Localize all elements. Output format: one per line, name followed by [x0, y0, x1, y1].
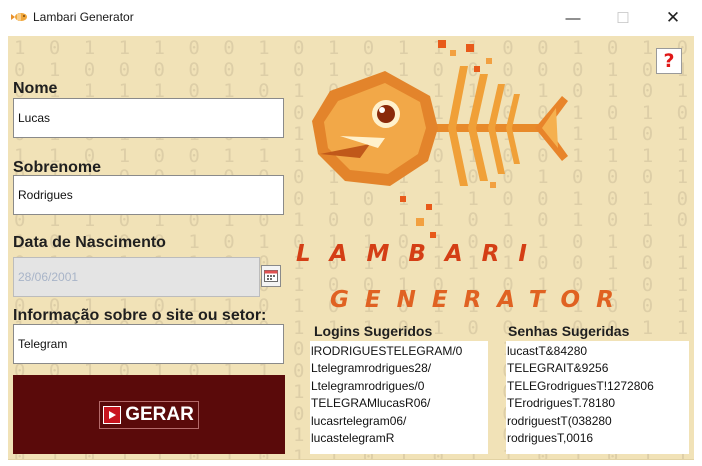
sobrenome-input[interactable]: Rodrigues — [13, 175, 284, 215]
senha-item[interactable]: TErodriguesT.78180 — [507, 395, 688, 412]
gerar-panel: GERAR — [13, 375, 285, 454]
nome-input[interactable]: Lucas — [13, 98, 284, 138]
main-panel: 1 0 1 1 1 0 0 1 0 1 0 1 1 1 0 0 1 0 1 0 … — [8, 36, 694, 460]
senhas-title: Senhas Sugeridas — [508, 323, 630, 339]
info-site-input[interactable]: Telegram — [13, 324, 284, 364]
help-button[interactable]: ? — [656, 48, 682, 74]
minimize-button[interactable]: — — [550, 0, 596, 36]
data-nascimento-label: Data de Nascimento — [13, 234, 166, 251]
title-bar: Lambari Generator — ☐ ✕ — [0, 0, 702, 36]
info-site-label: Informação sobre o site ou setor: — [13, 307, 267, 324]
login-item[interactable]: TELEGRAMlucasR06/ — [311, 395, 487, 412]
senha-item[interactable]: rodriguestT(038280 — [507, 413, 688, 430]
login-item[interactable]: Ltelegramrodrigues/0 — [311, 378, 487, 395]
logins-title: Logins Sugeridos — [314, 323, 433, 339]
login-item[interactable]: Ltelegramrodrigues28/ — [311, 360, 487, 377]
maximize-button[interactable]: ☐ — [600, 0, 646, 36]
gerar-button[interactable]: GERAR — [99, 400, 199, 429]
senhas-list[interactable]: lucastT&84280 TELEGRAIT&9256 TELEGrodrig… — [506, 341, 689, 454]
play-icon — [103, 405, 122, 424]
senha-item[interactable]: lucastT&84280 — [507, 343, 688, 360]
login-item[interactable]: lucasrtelegram06/ — [311, 413, 487, 430]
senha-item[interactable]: rodriguesT,0016 — [507, 430, 688, 447]
gerar-button-label: GERAR — [125, 403, 194, 425]
senha-item[interactable]: TELEGrodriguesT!1272806 — [507, 378, 688, 395]
fish-app-icon — [11, 13, 27, 21]
logo-text-generator: GENERATOR — [330, 287, 630, 313]
login-item[interactable]: lucastelegramR — [311, 430, 487, 447]
calendar-icon — [264, 270, 278, 282]
logins-list[interactable]: lRODRIGUESTELEGRAM/0 Ltelegramrodrigues2… — [310, 341, 488, 454]
login-item[interactable]: lRODRIGUESTELEGRAM/0 — [311, 343, 487, 360]
nome-label: Nome — [13, 80, 58, 97]
senha-item[interactable]: TELEGRAIT&9256 — [507, 360, 688, 377]
logo-text-lambari: LAMBARI — [296, 241, 546, 267]
window-title: Lambari Generator — [33, 10, 134, 24]
data-nascimento-input[interactable]: 28/06/2001 — [13, 257, 260, 297]
fish-skeleton-logo — [312, 40, 568, 238]
calendar-picker-button[interactable] — [261, 265, 281, 287]
close-button[interactable]: ✕ — [650, 0, 696, 36]
